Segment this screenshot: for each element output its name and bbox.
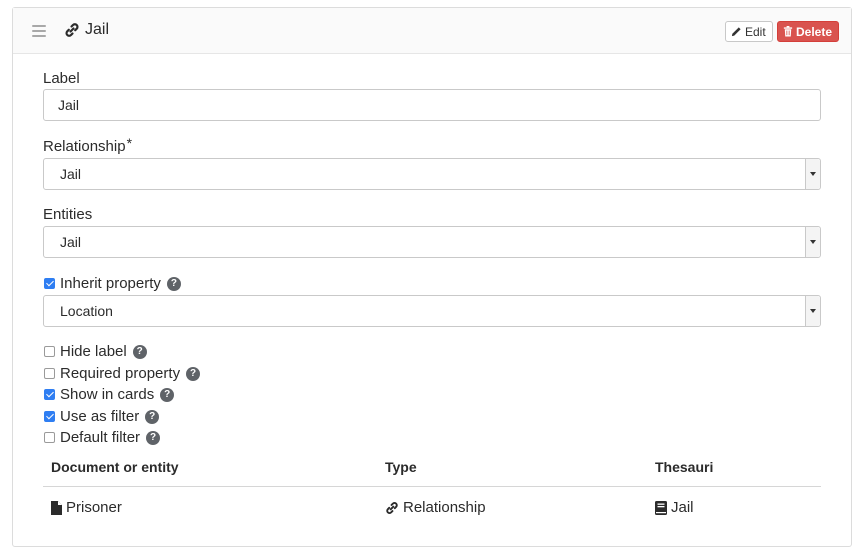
relationship-select[interactable]: Jail [43,158,821,190]
edit-button[interactable]: Edit [725,21,773,42]
entity-name: Prisoner [66,499,122,516]
inherit-property-select-value: Location [60,303,113,319]
column-header-type: Type [385,459,417,475]
file-icon [51,500,62,515]
inherit-property-checkbox[interactable] [44,278,55,289]
property-header: Jail Edit Delete [13,8,851,54]
thesauri-name: Jail [671,499,694,516]
dropdown-arrow-icon[interactable] [805,159,820,189]
option-hide-label: Hide label ? [44,343,147,360]
required-marker: * [126,135,133,151]
book-icon [655,500,667,515]
help-icon[interactable]: ? [146,430,161,445]
label-input[interactable] [43,89,821,121]
table-divider [43,486,821,487]
relationship-label-text: Relationship [43,138,126,155]
default-filter-checkbox[interactable] [44,432,55,443]
inherit-property-select[interactable]: Location [43,295,821,327]
show-in-cards-label: Show in cards [60,386,155,403]
option-default-filter: Default filter ? [44,429,161,446]
drag-handle-icon[interactable] [32,25,46,40]
entities-field-label: Entities [43,206,93,223]
use-as-filter-label: Use as filter [60,408,140,425]
help-icon[interactable]: ? [186,366,201,381]
property-title: Jail [85,21,110,38]
inherit-property-row: Inherit property ? [44,275,181,292]
help-icon[interactable]: ? [166,276,181,291]
entities-select[interactable]: Jail [43,226,821,258]
inherit-property-label: Inherit property [60,275,161,292]
table-cell-entity: Prisoner [51,499,122,516]
column-header-thesauri: Thesauri [655,459,714,475]
edit-button-label: Edit [745,24,766,39]
delete-button-label: Delete [796,24,833,39]
link-icon [386,501,398,514]
use-as-filter-checkbox[interactable] [44,411,55,422]
relationship-select-value: Jail [60,166,82,182]
table-cell-thesauri: Jail [655,499,694,516]
required-property-label: Required property [60,365,181,382]
default-filter-label: Default filter [60,429,141,446]
hide-label-checkbox[interactable] [44,346,55,357]
label-field-label: Label [43,70,80,87]
table-cell-type: Relationship [385,499,486,516]
entities-select-value: Jail [60,234,82,250]
pencil-icon [731,27,741,37]
hide-label-label: Hide label [60,343,127,360]
show-in-cards-checkbox[interactable] [44,389,55,400]
help-icon[interactable]: ? [132,344,147,359]
option-show-in-cards: Show in cards ? [44,386,175,403]
column-header-document-or-entity: Document or entity [51,459,179,475]
help-icon[interactable]: ? [160,387,175,402]
help-icon[interactable]: ? [145,409,160,424]
type-name: Relationship [403,499,486,516]
relationship-field-label: Relationship* [43,135,133,155]
option-required-property: Required property ? [44,365,201,382]
dropdown-arrow-icon[interactable] [805,296,820,326]
option-use-as-filter: Use as filter ? [44,408,160,425]
link-icon [65,23,79,37]
required-property-checkbox[interactable] [44,368,55,379]
delete-button[interactable]: Delete [777,21,840,42]
dropdown-arrow-icon[interactable] [805,227,820,257]
trash-icon [783,26,793,37]
